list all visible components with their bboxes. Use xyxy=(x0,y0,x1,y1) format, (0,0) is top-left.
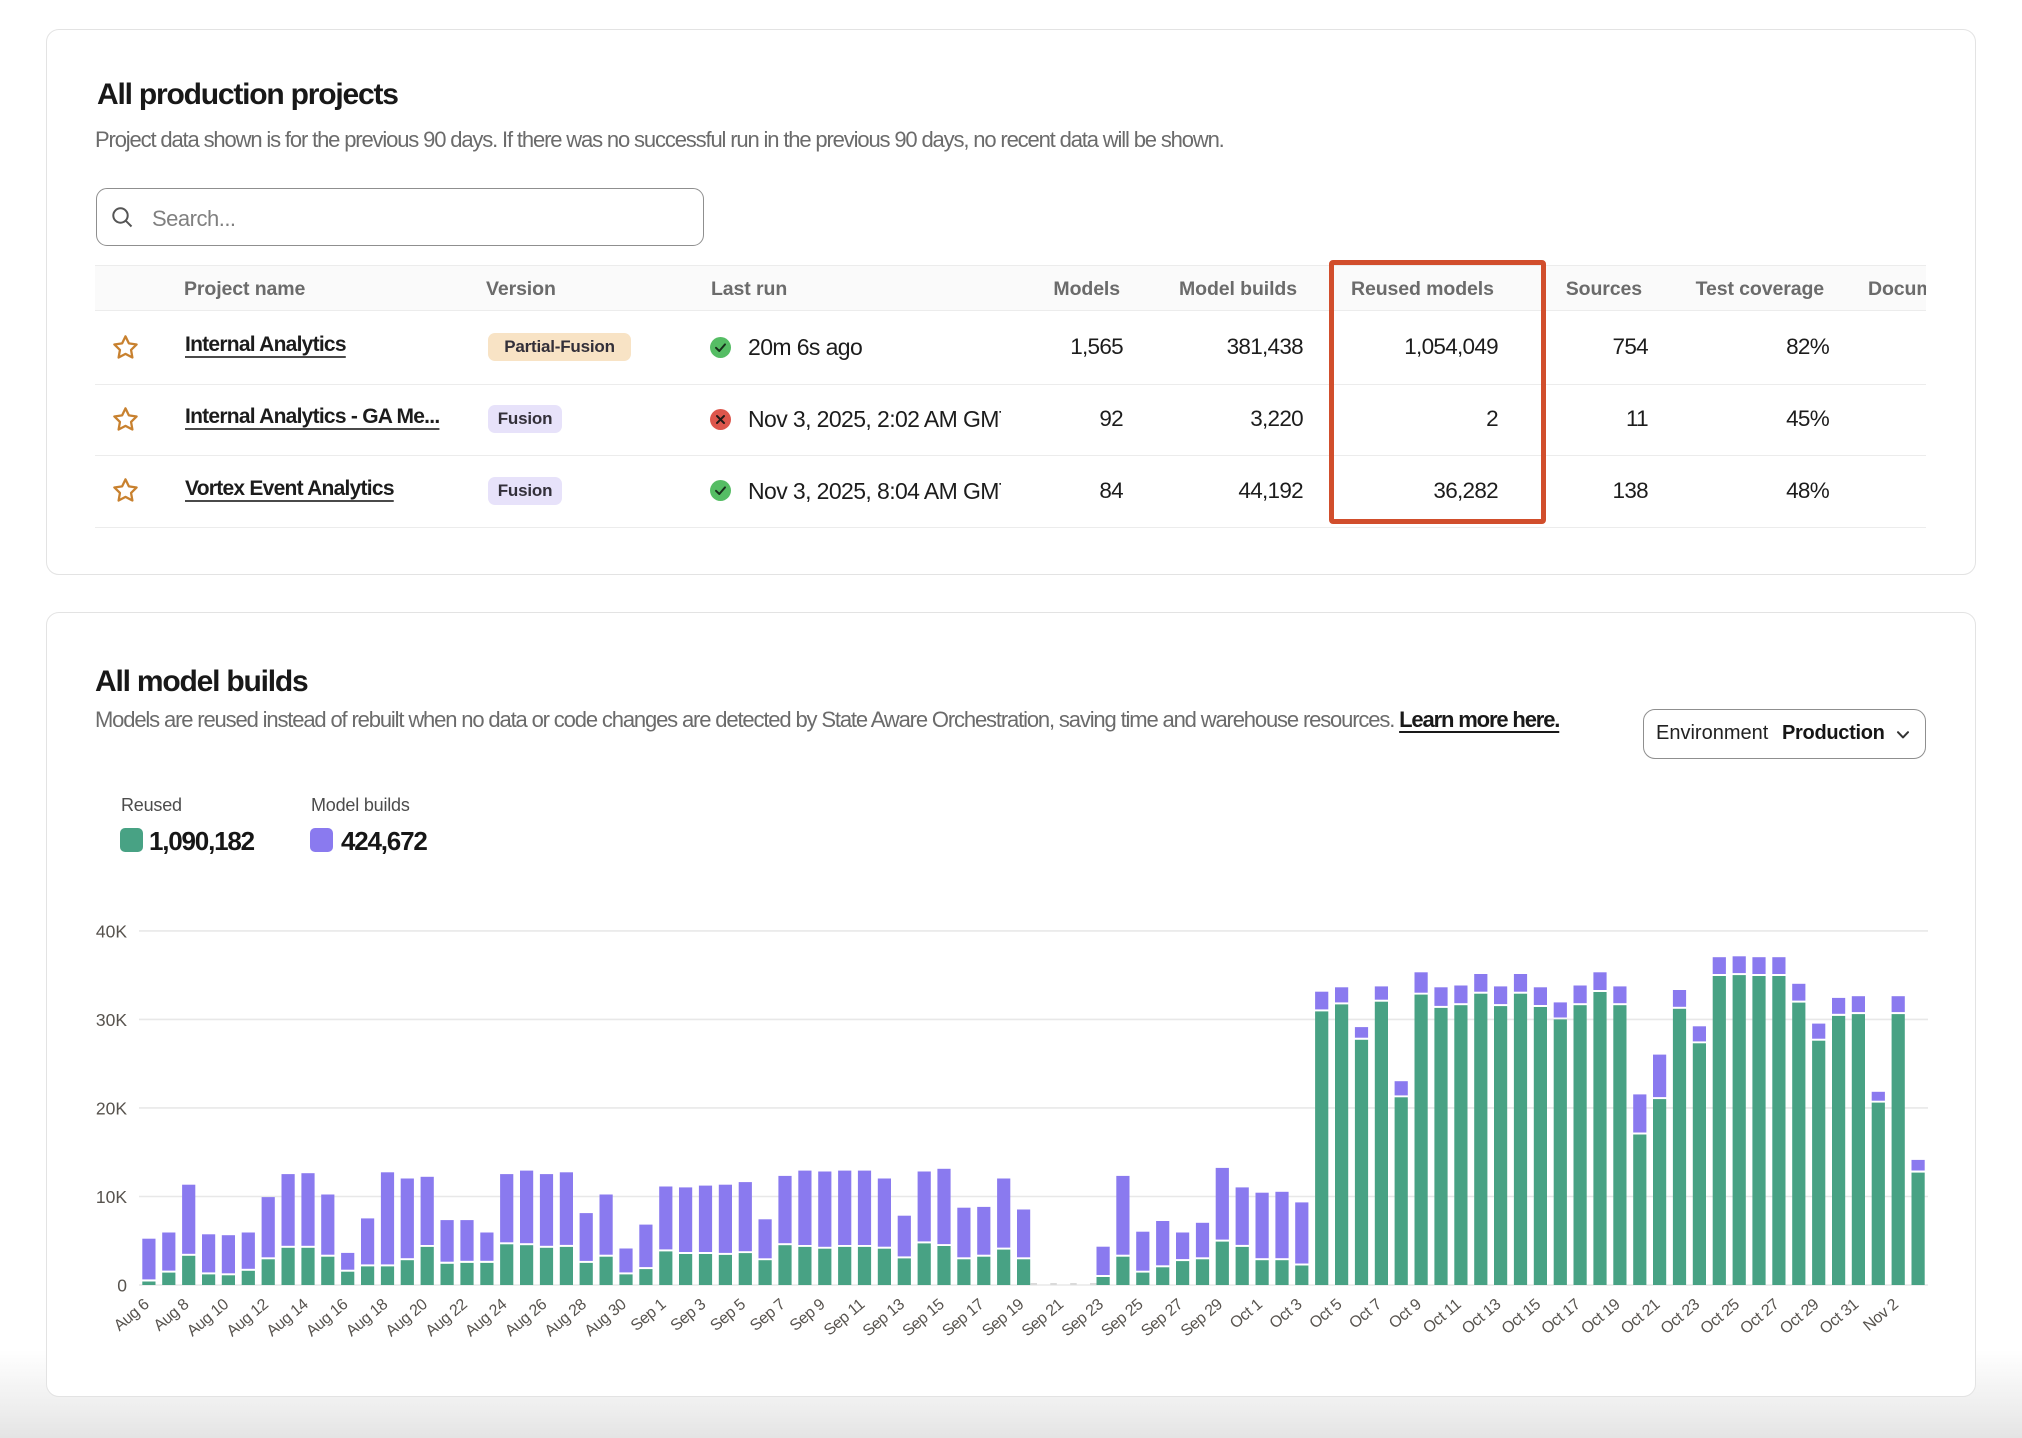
svg-text:Oct 15: Oct 15 xyxy=(1499,1296,1545,1338)
svg-text:Nov 2: Nov 2 xyxy=(1860,1296,1902,1335)
svg-text:Sep 7: Sep 7 xyxy=(747,1296,789,1335)
svg-text:Sep 27: Sep 27 xyxy=(1138,1296,1186,1340)
svg-text:Oct 23: Oct 23 xyxy=(1658,1296,1704,1338)
svg-text:Aug 18: Aug 18 xyxy=(343,1296,391,1340)
svg-text:Sep 13: Sep 13 xyxy=(860,1296,908,1340)
svg-text:Aug 22: Aug 22 xyxy=(423,1296,471,1340)
svg-text:Oct 19: Oct 19 xyxy=(1578,1296,1624,1338)
svg-text:0: 0 xyxy=(117,1276,127,1296)
svg-text:Oct 25: Oct 25 xyxy=(1698,1296,1744,1338)
svg-text:Oct 11: Oct 11 xyxy=(1420,1296,1465,1337)
svg-text:Aug 16: Aug 16 xyxy=(303,1296,351,1340)
svg-text:Oct 5: Oct 5 xyxy=(1306,1296,1345,1333)
svg-text:Sep 23: Sep 23 xyxy=(1059,1296,1107,1340)
svg-text:Oct 9: Oct 9 xyxy=(1386,1296,1425,1333)
svg-text:Oct 7: Oct 7 xyxy=(1346,1296,1385,1333)
svg-text:Sep 25: Sep 25 xyxy=(1098,1296,1146,1340)
svg-text:Aug 20: Aug 20 xyxy=(383,1296,431,1340)
svg-text:Sep 1: Sep 1 xyxy=(628,1296,670,1335)
svg-text:Aug 12: Aug 12 xyxy=(224,1296,272,1340)
svg-text:Oct 29: Oct 29 xyxy=(1777,1296,1823,1338)
svg-text:Oct 21: Oct 21 xyxy=(1618,1296,1664,1338)
svg-text:Oct 27: Oct 27 xyxy=(1737,1296,1783,1338)
svg-text:10K: 10K xyxy=(96,1187,127,1207)
svg-text:Sep 3: Sep 3 xyxy=(668,1296,710,1335)
svg-text:Aug 6: Aug 6 xyxy=(111,1296,153,1335)
svg-text:Oct 31: Oct 31 xyxy=(1817,1296,1863,1338)
svg-text:Aug 30: Aug 30 xyxy=(582,1296,630,1340)
svg-text:Aug 28: Aug 28 xyxy=(542,1296,590,1340)
svg-text:Sep 11: Sep 11 xyxy=(821,1296,868,1340)
svg-text:Sep 29: Sep 29 xyxy=(1178,1296,1226,1340)
svg-text:Oct 13: Oct 13 xyxy=(1459,1296,1505,1338)
svg-text:Aug 26: Aug 26 xyxy=(502,1296,550,1340)
svg-text:Sep 19: Sep 19 xyxy=(979,1296,1027,1340)
svg-text:30K: 30K xyxy=(96,1010,127,1030)
svg-text:Aug 24: Aug 24 xyxy=(462,1296,510,1340)
svg-text:Oct 1: Oct 1 xyxy=(1227,1296,1266,1333)
svg-text:Oct 17: Oct 17 xyxy=(1538,1296,1584,1338)
svg-text:Sep 21: Sep 21 xyxy=(1019,1296,1067,1340)
svg-text:40K: 40K xyxy=(96,921,127,941)
svg-text:Sep 15: Sep 15 xyxy=(900,1296,948,1340)
svg-text:Oct 3: Oct 3 xyxy=(1267,1296,1306,1333)
svg-text:Sep 17: Sep 17 xyxy=(939,1296,987,1340)
svg-text:20K: 20K xyxy=(96,1098,127,1118)
svg-text:Aug 14: Aug 14 xyxy=(264,1296,312,1340)
svg-text:Aug 10: Aug 10 xyxy=(184,1296,232,1340)
svg-text:Sep 5: Sep 5 xyxy=(707,1296,749,1335)
